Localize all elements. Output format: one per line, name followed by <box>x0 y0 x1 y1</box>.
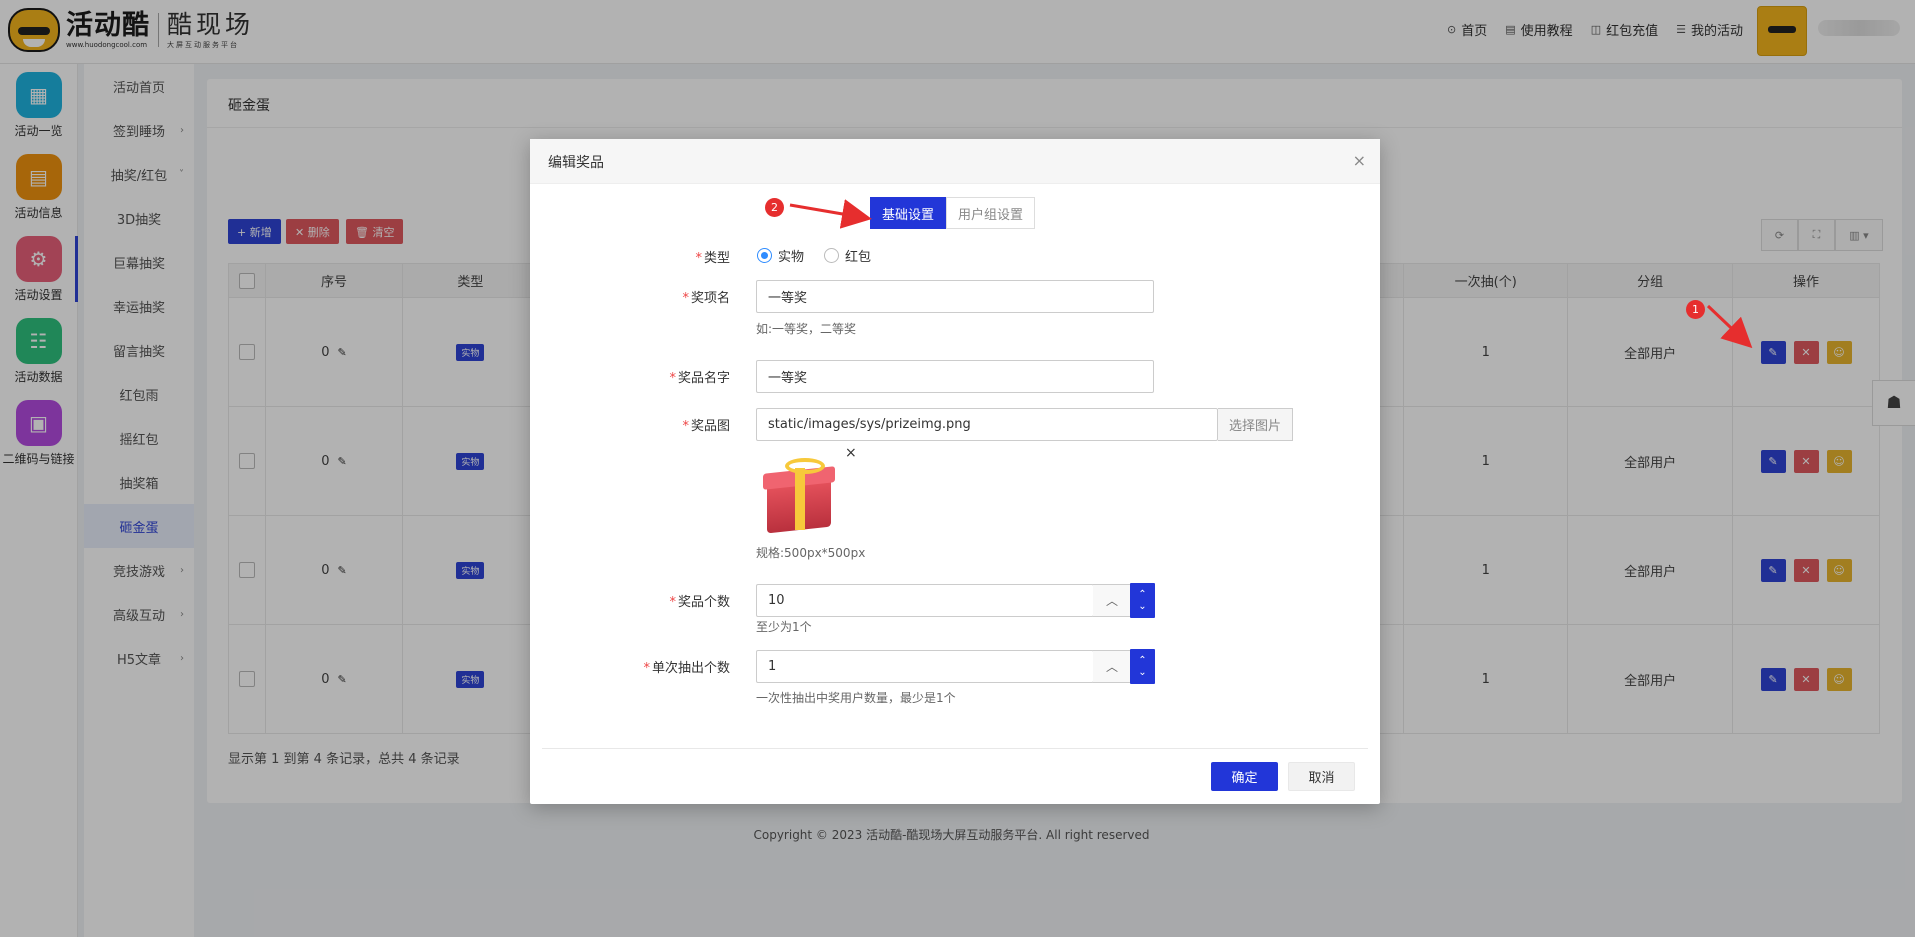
prize-name-label: * 奖品名字 <box>669 371 730 386</box>
prize-count-label: * 奖品个数 <box>669 595 730 610</box>
gift-box-image <box>763 458 845 534</box>
chevron-up-icon[interactable]: ⌃ <box>1138 589 1146 601</box>
per-draw-input[interactable]: 1 <box>756 650 1094 683</box>
prize-image-label: * 奖品图 <box>682 419 730 434</box>
chevron-up-icon[interactable]: ⌃ <box>1138 655 1146 667</box>
prize-image-hint: 规格:500px*500px <box>756 546 866 560</box>
annotation-badge: 2 <box>765 198 784 217</box>
annotation-badge: 1 <box>1686 300 1705 319</box>
cancel-button[interactable]: 取消 <box>1288 762 1355 791</box>
type-radio-group: 实物 红包 <box>757 246 871 265</box>
divider <box>542 748 1368 749</box>
prize-image-path-input[interactable]: static/images/sys/prizeimg.png <box>756 408 1218 441</box>
chevron-down-icon[interactable]: ⌄ <box>1138 601 1146 613</box>
stepper-button[interactable]: ⌃ ⌄ <box>1130 649 1155 684</box>
tab-user-group-settings[interactable]: 用户组设置 <box>946 197 1036 229</box>
radio-redpacket[interactable] <box>824 248 840 263</box>
dialog-header: 编辑奖品 × <box>530 139 1380 184</box>
per-draw-label: * 单次抽出个数 <box>643 661 730 676</box>
type-label: * 类型 <box>695 251 730 266</box>
radio-redpacket-label: 红包 <box>845 250 872 265</box>
confirm-button[interactable]: 确定 <box>1211 762 1278 791</box>
close-icon[interactable]: × <box>1353 151 1366 170</box>
prize-name-input[interactable]: 一等奖 <box>756 360 1154 393</box>
per-draw-hint: 一次性抽出中奖用户数量，最少是1个 <box>756 691 956 705</box>
award-name-hint: 如:一等奖，二等奖 <box>756 322 857 336</box>
prize-count-hint: 至少为1个 <box>756 620 812 634</box>
stepper-button[interactable]: ⌃ ⌄ <box>1130 583 1155 618</box>
remove-image-icon[interactable]: × <box>845 445 857 461</box>
edit-prize-dialog: 编辑奖品 × 基础设置 用户组设置 * 类型 实物 红包 * 奖项名 一等奖 如:一… <box>530 139 1380 804</box>
tab-basic-settings[interactable]: 基础设置 <box>870 197 947 229</box>
radio-physical-label: 实物 <box>778 250 805 265</box>
chevron-down-icon[interactable]: ⌄ <box>1138 667 1146 679</box>
dialog-tabs: 基础设置 用户组设置 <box>870 197 1036 229</box>
award-name-input[interactable]: 一等奖 <box>756 280 1154 313</box>
prize-count-input[interactable]: 10 <box>756 584 1094 617</box>
award-name-label: * 奖项名 <box>682 291 730 306</box>
radio-physical[interactable] <box>757 248 772 263</box>
chevron-up-icon[interactable]: ︿ <box>1093 584 1131 617</box>
choose-image-button[interactable]: 选择图片 <box>1218 408 1294 441</box>
dialog-title: 编辑奖品 <box>548 155 604 171</box>
chevron-up-icon[interactable]: ︿ <box>1093 650 1131 683</box>
